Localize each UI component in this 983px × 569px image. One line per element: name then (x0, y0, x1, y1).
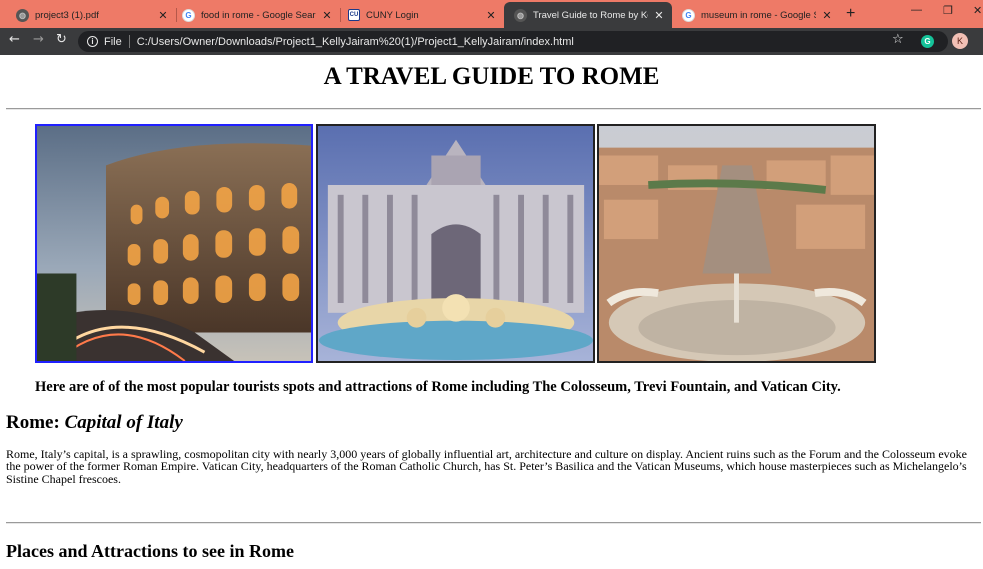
trevi-fountain-image (318, 126, 593, 361)
info-icon[interactable]: i (87, 36, 98, 47)
tab-title: CUNY Login (366, 9, 419, 21)
tab-title: food in rome - Google Search (201, 9, 316, 21)
tab-title: project3 (1).pdf (35, 9, 99, 21)
horizontal-rule (6, 522, 981, 524)
close-window-icon[interactable]: ✕ (973, 4, 982, 17)
tab-strip: ◍ project3 (1).pdf ✕ G food in rome - Go… (0, 0, 983, 28)
cuny-icon: CU (348, 9, 360, 21)
web-page: A TRAVEL GUIDE TO ROME Here are of of th… (0, 55, 983, 569)
colosseum-image (37, 126, 311, 361)
bookmark-star-icon[interactable]: ☆ (892, 32, 904, 47)
trevi-fountain-photo[interactable] (316, 124, 595, 363)
address-bar[interactable]: i File C:/Users/Owner/Downloads/Project1… (78, 31, 948, 52)
browser-toolbar: ← → ↻ i File C:/Users/Owner/Downloads/Pr… (0, 28, 983, 55)
new-tab-button[interactable]: + (846, 5, 855, 23)
tab-travel-guide[interactable]: ◍ Travel Guide to Rome by Kelly ✕ (504, 2, 672, 28)
section-heading-rome: Rome: Capital of Italy (6, 412, 183, 434)
address-url[interactable]: C:/Users/Owner/Downloads/Project1_KellyJ… (137, 36, 574, 48)
tab-museum-search[interactable]: G museum in rome - Google Sea ✕ (672, 2, 840, 28)
section-heading-emphasis: Capital of Italy (64, 412, 183, 433)
minimize-icon[interactable]: — (911, 4, 922, 16)
close-icon[interactable]: ✕ (652, 9, 666, 22)
close-icon[interactable]: ✕ (484, 9, 498, 22)
google-icon: G (682, 8, 695, 22)
profile-avatar[interactable]: K (952, 33, 968, 49)
close-icon[interactable]: ✕ (820, 9, 834, 22)
tab-project3-pdf[interactable]: ◍ project3 (1).pdf ✕ (6, 2, 176, 28)
tab-cuny-login[interactable]: CU CUNY Login ✕ (338, 2, 504, 28)
tab-title: museum in rome - Google Sea (701, 9, 816, 21)
google-icon: G (182, 8, 195, 22)
close-icon[interactable]: ✕ (156, 9, 170, 22)
address-divider (128, 35, 130, 48)
section-heading-places: Places and Attractions to see in Rome (6, 541, 294, 561)
colosseum-photo[interactable] (35, 124, 313, 363)
photo-caption: Here are of of the most popular tourists… (35, 379, 841, 395)
section-heading-text: Rome: (6, 412, 65, 433)
vatican-city-image (599, 126, 874, 361)
grammarly-extension-icon[interactable]: G (921, 35, 934, 48)
horizontal-rule (6, 108, 981, 110)
page-title: A TRAVEL GUIDE TO ROME (323, 63, 660, 90)
address-scheme: File (104, 35, 122, 48)
close-icon[interactable]: ✕ (320, 9, 334, 22)
tab-food-search[interactable]: G food in rome - Google Search ✕ (172, 2, 340, 28)
globe-icon: ◍ (16, 8, 29, 22)
tab-title: Travel Guide to Rome by Kelly (533, 9, 648, 21)
rome-description: Rome, Italy’s capital, is a sprawling, c… (6, 447, 967, 486)
restore-icon[interactable]: ❐ (943, 4, 953, 17)
globe-icon: ◍ (514, 8, 527, 22)
back-arrow-icon[interactable]: ← (9, 32, 20, 47)
vatican-city-photo[interactable] (597, 124, 876, 363)
forward-arrow-icon[interactable]: → (33, 32, 44, 47)
reload-icon[interactable]: ↻ (56, 32, 67, 47)
